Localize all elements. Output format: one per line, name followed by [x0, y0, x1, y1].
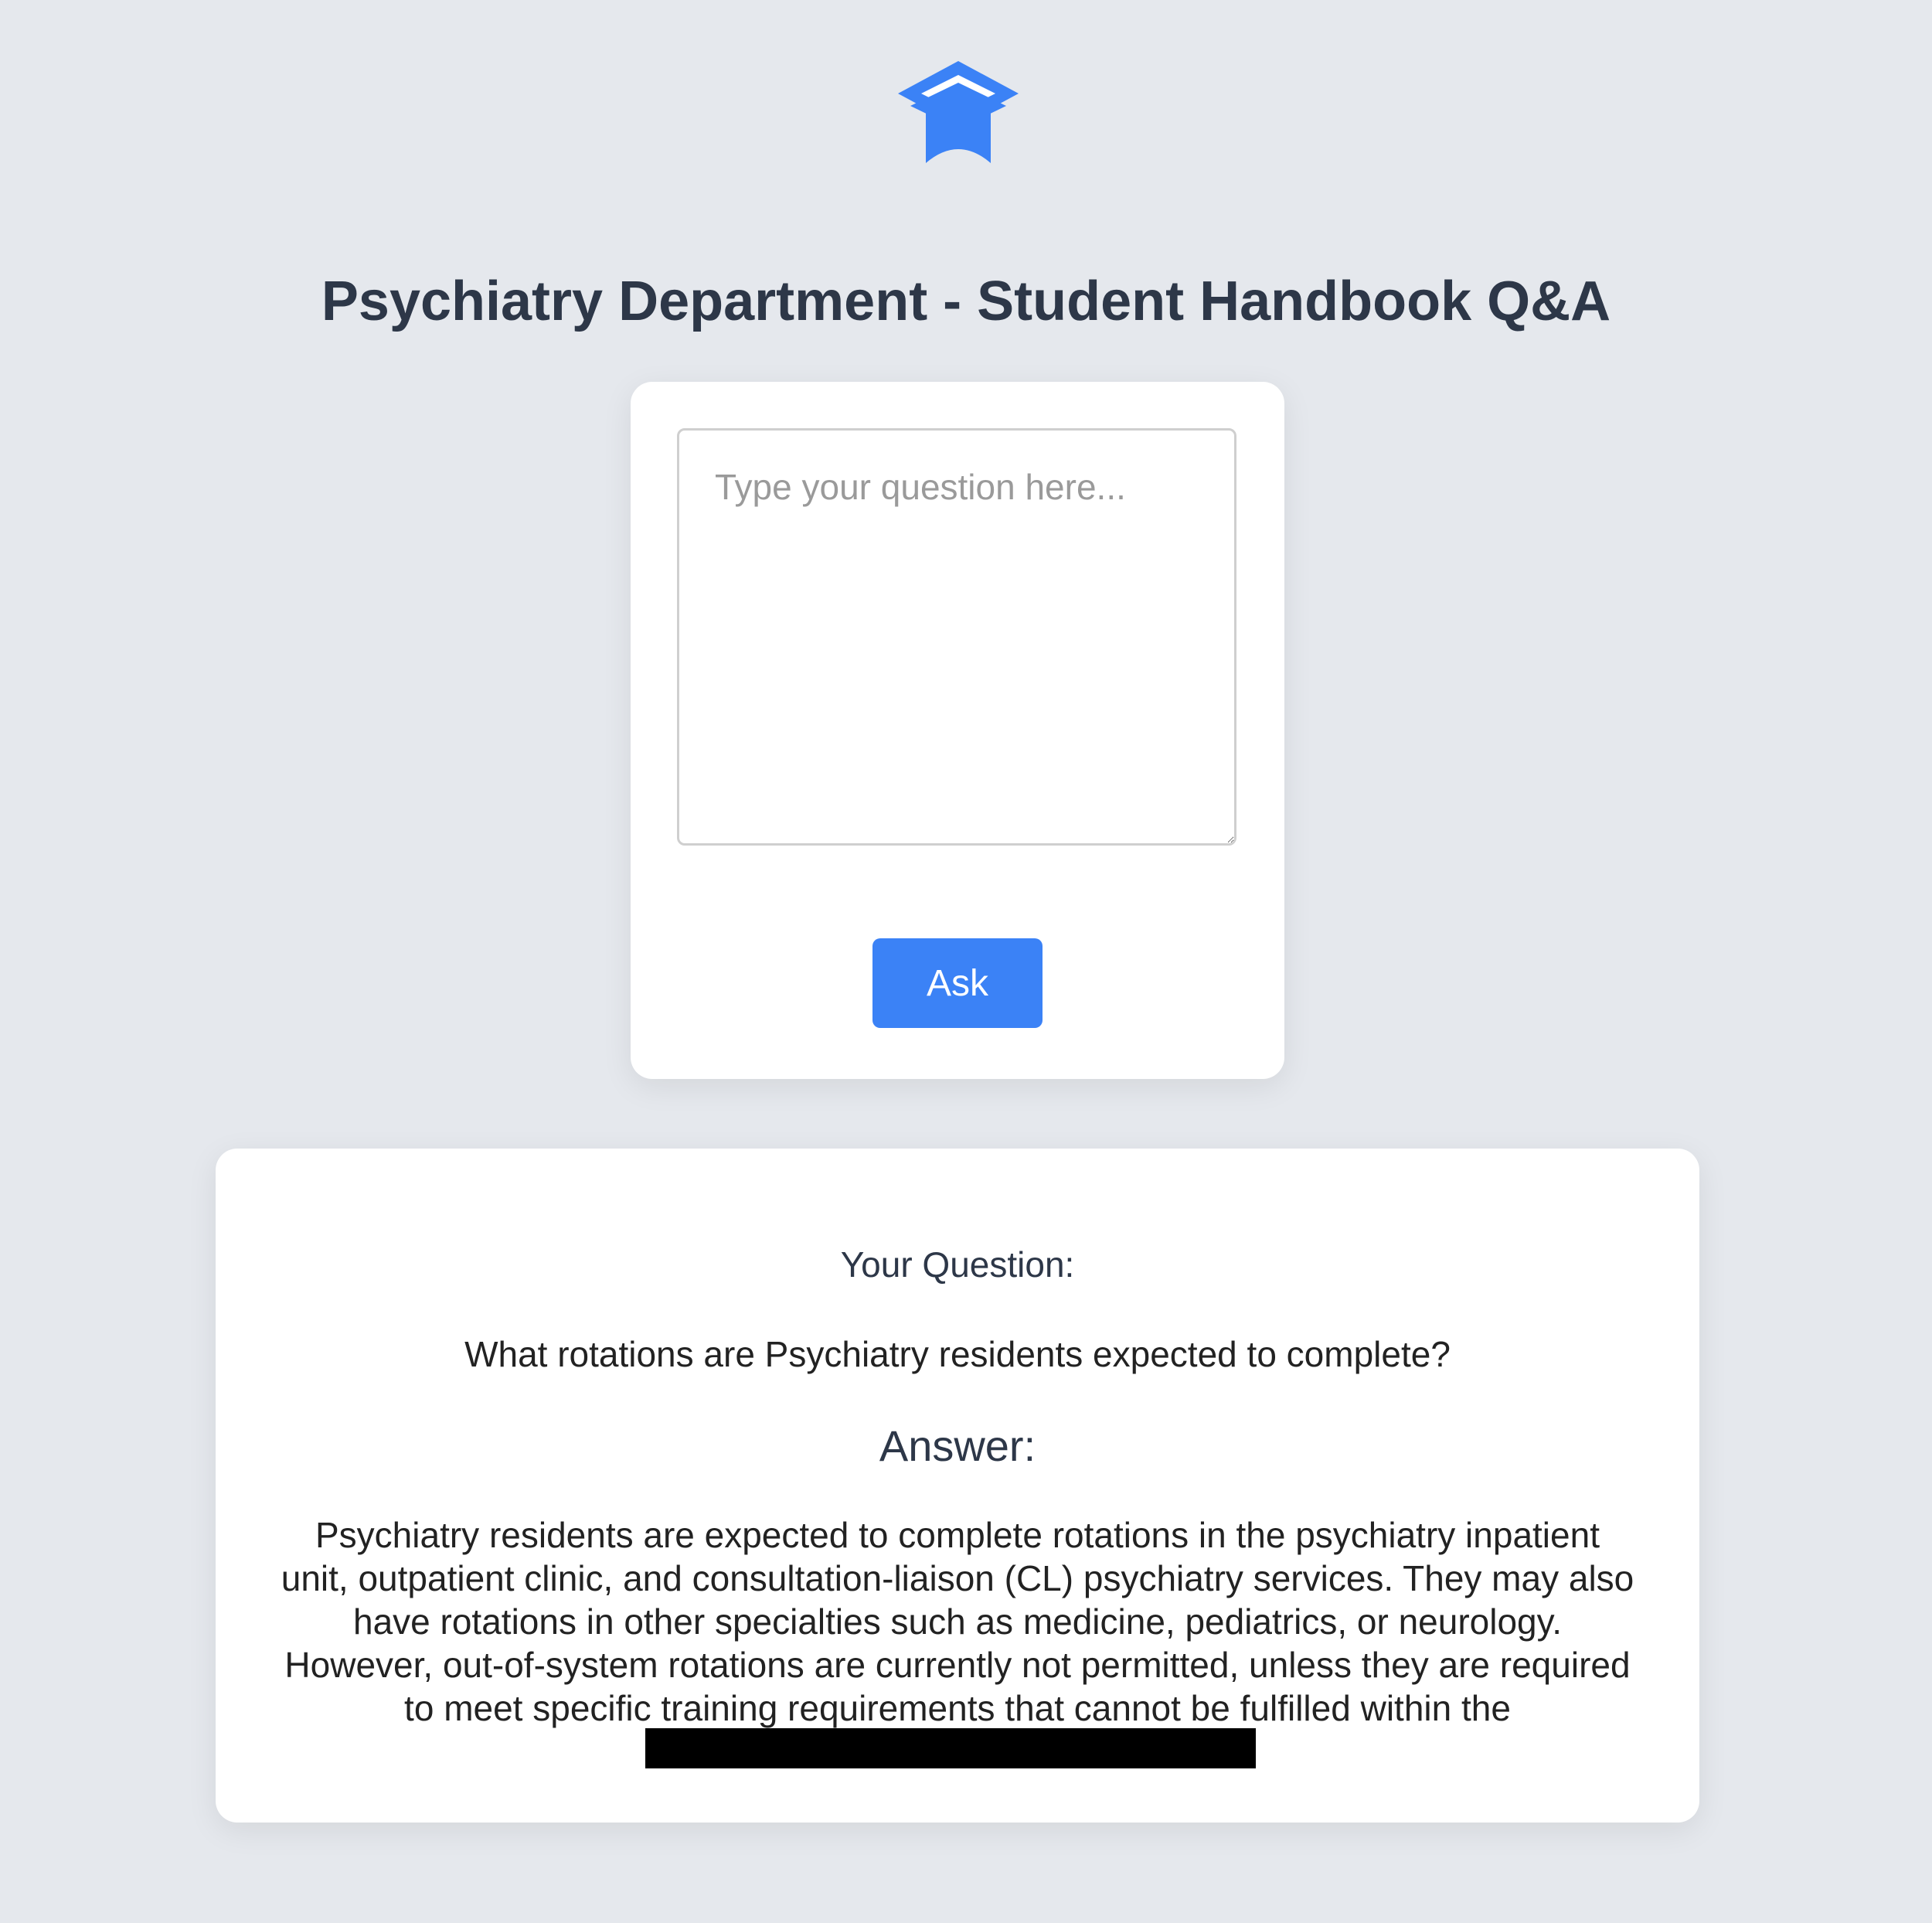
question-card: Ask — [631, 382, 1284, 1079]
redaction-bar — [645, 1728, 1256, 1768]
graduation-cap-icon — [898, 61, 1019, 163]
question-heading: Your Question: — [840, 1244, 1075, 1285]
question-input[interactable] — [677, 428, 1236, 846]
question-text: What rotations are Psychiatry residents … — [464, 1334, 1451, 1374]
answer-card: Your Question: What rotations are Psychi… — [216, 1149, 1699, 1823]
ask-button[interactable]: Ask — [872, 938, 1043, 1028]
answer-text: Psychiatry residents are expected to com… — [281, 1515, 1634, 1728]
answer-heading: Answer: — [879, 1421, 1036, 1470]
page-title: Psychiatry Department - Student Handbook… — [321, 271, 1611, 332]
